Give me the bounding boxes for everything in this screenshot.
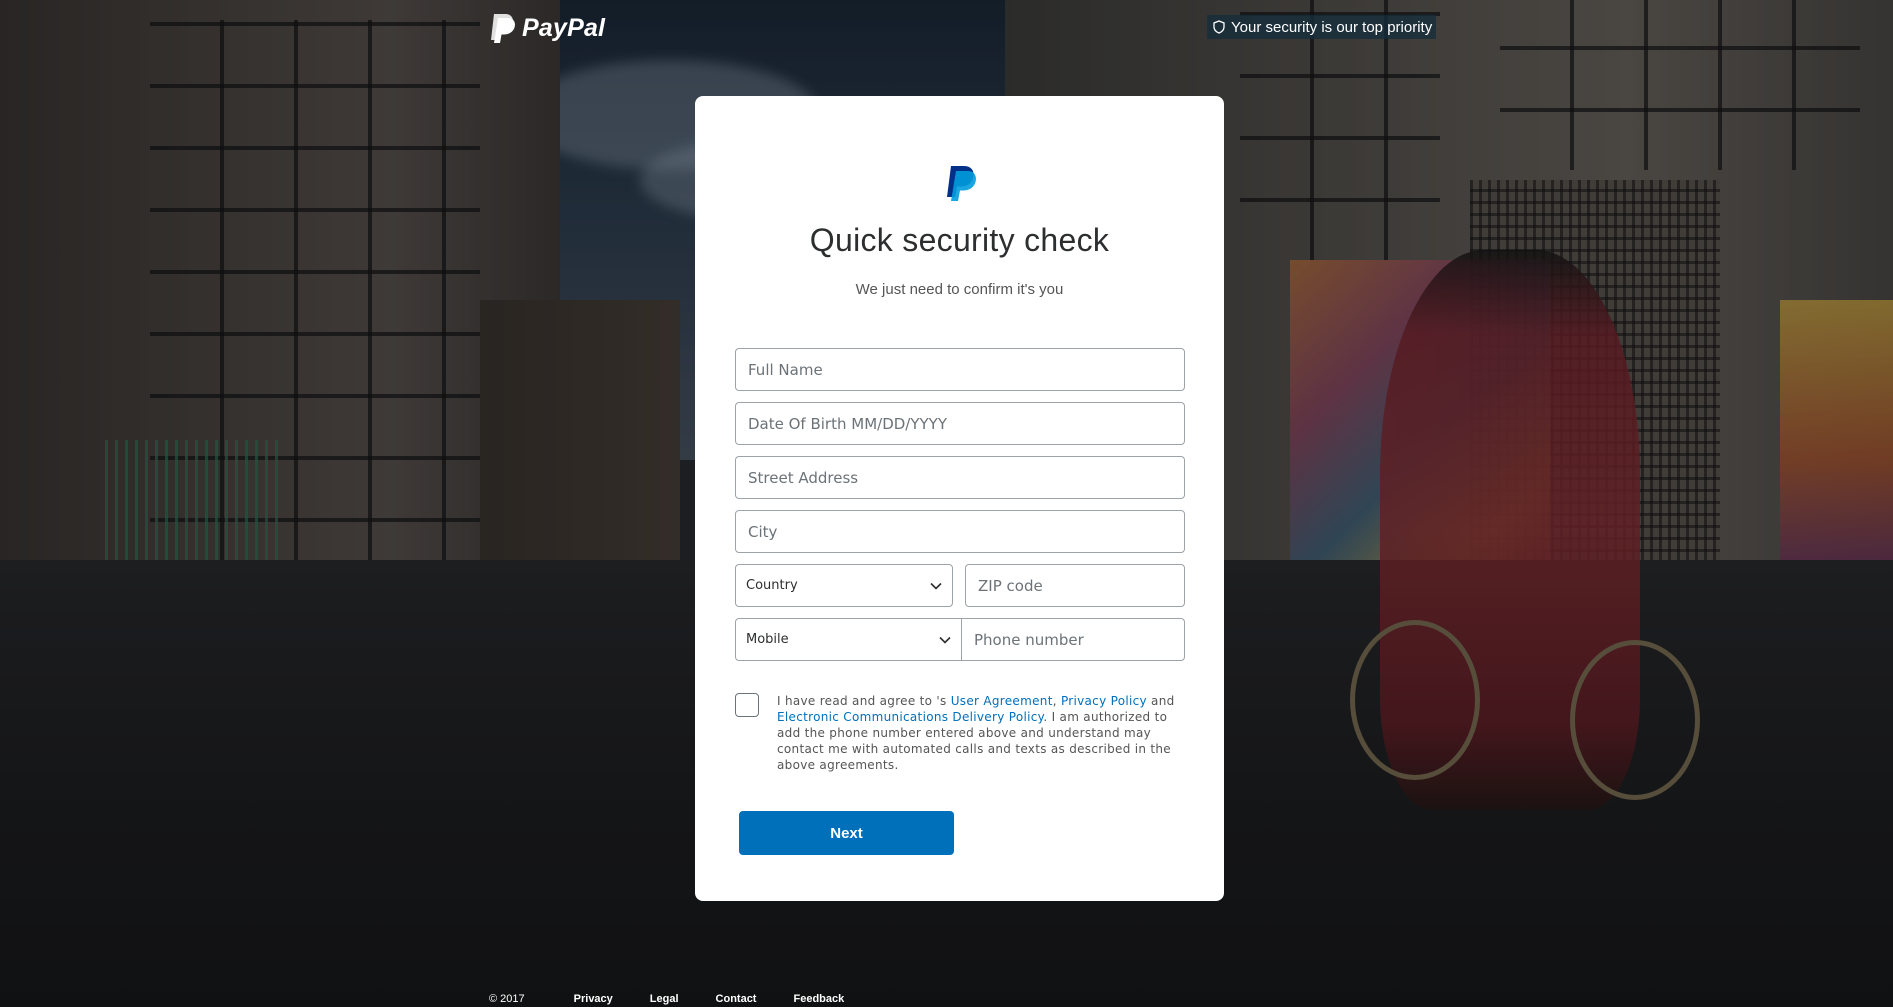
zip-code-input[interactable] (966, 565, 1184, 606)
brand-wordmark: PayPal (522, 13, 606, 42)
paypal-logo-icon (947, 166, 976, 201)
security-message: Your security is our top priority (1207, 15, 1437, 39)
copyright: © 2017 (489, 993, 525, 1005)
phone-type-value: Mobile (746, 632, 789, 647)
street-address-field[interactable] (735, 456, 1185, 499)
full-name-field[interactable] (735, 348, 1185, 391)
city-field[interactable] (735, 510, 1185, 553)
shield-icon (1213, 20, 1225, 34)
privacy-policy-link[interactable]: Privacy Policy (1061, 694, 1147, 708)
ecd-policy-link[interactable]: Electronic Communications Delivery Polic… (777, 710, 1043, 724)
page-subtitle: We just need to confirm it's you (855, 281, 1064, 298)
chevron-down-icon (939, 636, 951, 644)
footer-link-privacy[interactable]: Privacy (574, 993, 613, 1005)
agreement-and: and (1146, 694, 1175, 708)
footer-link-legal[interactable]: Legal (650, 993, 679, 1005)
agreement-comma: , (1052, 694, 1061, 708)
footer: © 2017 Privacy Legal Contact Feedback (489, 993, 881, 1005)
footer-link-feedback[interactable]: Feedback (793, 993, 844, 1005)
next-button[interactable]: Next (739, 811, 954, 855)
city-input[interactable] (736, 511, 1184, 552)
phone-group: Mobile (735, 618, 1185, 661)
phone-number-input[interactable] (962, 619, 1184, 660)
phone-type-select[interactable]: Mobile (736, 619, 962, 660)
security-check-card: Quick security check We just need to con… (695, 96, 1224, 901)
date-of-birth-field[interactable] (735, 402, 1185, 445)
country-select[interactable]: Country (735, 564, 953, 607)
country-select-value: Country (746, 578, 798, 593)
date-of-birth-input[interactable] (736, 403, 1184, 444)
paypal-brand-logo[interactable]: PayPal (488, 12, 605, 44)
agreement-prefix: I have read and agree to 's (777, 694, 951, 708)
chevron-down-icon (930, 582, 942, 590)
footer-link-contact[interactable]: Contact (716, 993, 757, 1005)
user-agreement-link[interactable]: User Agreement (951, 694, 1053, 708)
paypal-logo-icon (491, 14, 515, 43)
street-address-input[interactable] (736, 457, 1184, 498)
full-name-input[interactable] (736, 349, 1184, 390)
agreement-checkbox[interactable] (735, 693, 759, 717)
agreement-text: I have read and agree to 's User Agreeme… (777, 693, 1191, 773)
page-title: Quick security check (809, 222, 1110, 258)
zip-code-field[interactable] (965, 564, 1185, 607)
security-message-text: Your security is our top priority (1231, 18, 1433, 36)
phone-number-field[interactable] (962, 619, 1184, 660)
